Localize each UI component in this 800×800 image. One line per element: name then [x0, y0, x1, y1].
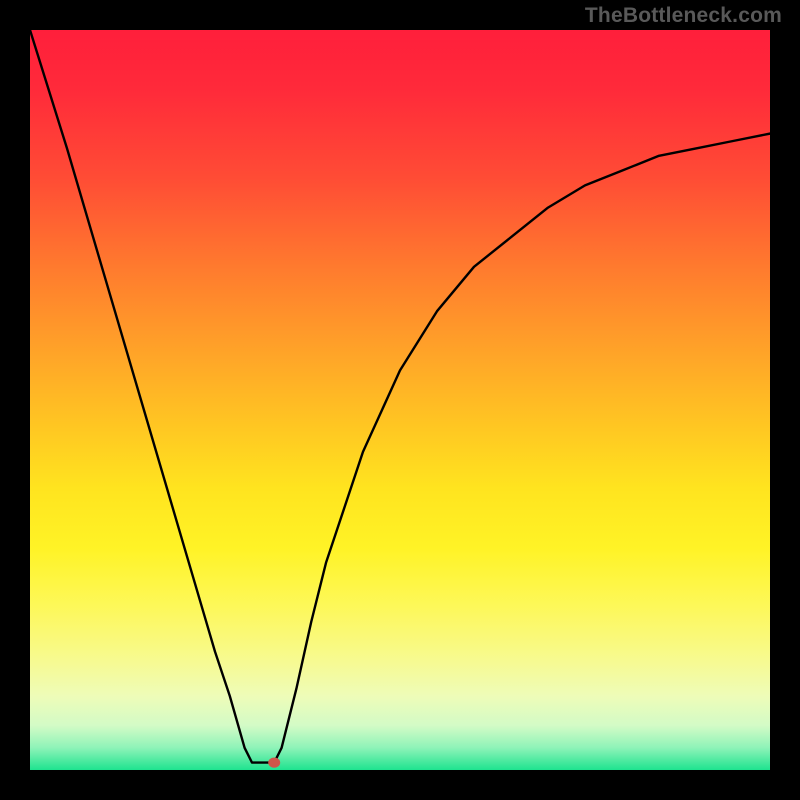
watermark-text: TheBottleneck.com [585, 4, 782, 28]
plot-area [30, 30, 770, 770]
marker-dot [268, 758, 280, 768]
plot-svg [30, 30, 770, 770]
bottleneck-curve [30, 30, 770, 763]
chart-frame: TheBottleneck.com [0, 0, 800, 800]
